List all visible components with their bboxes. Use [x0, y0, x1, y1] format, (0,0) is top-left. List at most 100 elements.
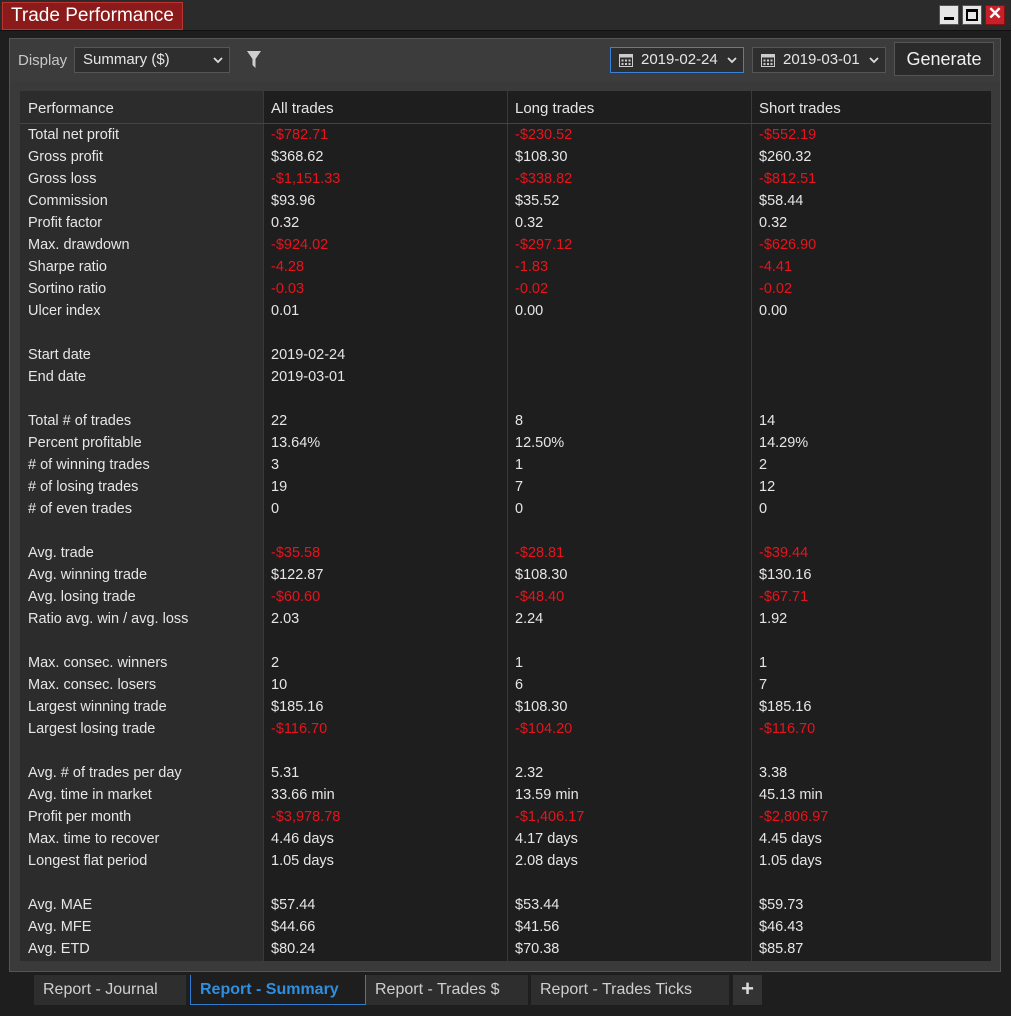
table-row[interactable]: Profit factor 0.32 0.32 0.32	[20, 213, 991, 235]
table-row[interactable]: Total net profit -$782.71 -$230.52 -$552.19	[20, 125, 991, 147]
generate-button[interactable]: Generate	[894, 42, 994, 76]
short-trades-value: 7	[759, 677, 768, 693]
maximize-button[interactable]	[962, 5, 982, 25]
table-row[interactable]: Sharpe ratio -4.28 -1.83 -4.41	[20, 257, 991, 279]
all-trades-value: 19	[271, 479, 288, 495]
table-row[interactable]: Max. drawdown -$924.02 -$297.12 -$626.90	[20, 235, 991, 257]
metric-label: Total net profit	[28, 127, 120, 143]
column-header-short-trades[interactable]: Short trades	[759, 100, 841, 117]
column-header-long-trades[interactable]: Long trades	[515, 100, 594, 117]
all-trades-value: -$782.71	[271, 127, 329, 143]
table-row[interactable]: Avg. trade -$35.58 -$28.81 -$39.44	[20, 543, 991, 565]
all-trades-value: $368.62	[271, 149, 324, 165]
long-trades-value: -0.02	[515, 281, 549, 297]
window-controls: ✕	[939, 4, 1005, 25]
column-header-all-trades[interactable]: All trades	[271, 100, 334, 117]
short-trades-value: -$116.70	[759, 721, 816, 737]
table-row[interactable]: Ulcer index 0.01 0.00 0.00	[20, 301, 991, 323]
metric-label: Ratio avg. win / avg. loss	[28, 611, 189, 627]
all-trades-value: $185.16	[271, 699, 324, 715]
all-trades-value: -$116.70	[271, 721, 328, 737]
long-trades-value: 0.00	[515, 303, 544, 319]
all-trades-value: 4.46 days	[271, 831, 334, 847]
window-title: Trade Performance	[2, 2, 183, 30]
short-trades-value: 1.05 days	[759, 853, 822, 869]
table-row[interactable]: Avg. losing trade -$60.60 -$48.40 -$67.71	[20, 587, 991, 609]
column-header-performance[interactable]: Performance	[28, 100, 114, 117]
all-trades-value: 2019-02-24	[271, 347, 346, 363]
display-select[interactable]: Summary ($)	[74, 47, 230, 73]
all-trades-value: 0.01	[271, 303, 300, 319]
metric-label: Longest flat period	[28, 853, 148, 869]
metric-label: Avg. ETD	[28, 941, 90, 957]
table-row[interactable]: # of even trades 0 0 0	[20, 499, 991, 521]
table-row[interactable]: Avg. # of trades per day 5.31 2.32 3.38	[20, 763, 991, 785]
table-row[interactable]: Start date 2019-02-24	[20, 345, 991, 367]
metric-label: Avg. winning trade	[28, 567, 148, 583]
metric-label: Max. consec. losers	[28, 677, 157, 693]
short-trades-value: $59.73	[759, 897, 804, 913]
table-row[interactable]: Avg. MAE $57.44 $53.44 $59.73	[20, 895, 991, 917]
tab-report-trades-dollar[interactable]: Report - Trades $	[366, 975, 528, 1005]
short-trades-value: 0	[759, 501, 768, 517]
table-row[interactable]: Sortino ratio -0.03 -0.02 -0.02	[20, 279, 991, 301]
table-row[interactable]: Gross profit $368.62 $108.30 $260.32	[20, 147, 991, 169]
short-trades-value: 14.29%	[759, 435, 809, 451]
long-trades-value: -$104.20	[515, 721, 573, 737]
long-trades-value: 7	[515, 479, 524, 495]
all-trades-value: -0.03	[271, 281, 305, 297]
report-panel: Display Summary ($) 2019-02-24 2019-03-0…	[9, 38, 1001, 972]
table-row[interactable]: Percent profitable 13.64% 12.50% 14.29%	[20, 433, 991, 455]
tab-report-trades-ticks[interactable]: Report - Trades Ticks	[531, 975, 729, 1005]
long-trades-value: 1	[515, 655, 524, 671]
metric-label: Max. drawdown	[28, 237, 130, 253]
minimize-button[interactable]	[939, 5, 959, 25]
table-row[interactable]: Max. time to recover 4.46 days 4.17 days 4.…	[20, 829, 991, 851]
metric-label: Largest winning trade	[28, 699, 167, 715]
metric-label: Ulcer index	[28, 303, 101, 319]
start-date-picker[interactable]: 2019-02-24	[610, 47, 744, 73]
all-trades-value: $122.87	[271, 567, 324, 583]
long-trades-value: -$28.81	[515, 545, 565, 561]
short-trades-value: -0.02	[759, 281, 793, 297]
tab-report-summary[interactable]: Report - Summary	[190, 975, 366, 1005]
close-button[interactable]: ✕	[985, 4, 1005, 25]
table-row[interactable]: Max. consec. losers 10 6 7	[20, 675, 991, 697]
table-row[interactable]: Profit per month -$3,978.78 -$1,406.17 -$2,…	[20, 807, 991, 829]
all-trades-value: $44.66	[271, 919, 316, 935]
table-row[interactable]: End date 2019-03-01	[20, 367, 991, 389]
table-row[interactable]: Gross loss -$1,151.33 -$338.82 -$812.51	[20, 169, 991, 191]
table-row[interactable]: Total # of trades 22 8 14	[20, 411, 991, 433]
table-row[interactable]: Avg. MFE $44.66 $41.56 $46.43	[20, 917, 991, 939]
table-row[interactable]: Longest flat period 1.05 days 2.08 days 1.0…	[20, 851, 991, 873]
end-date-picker[interactable]: 2019-03-01	[752, 47, 886, 73]
long-trades-value: $108.30	[515, 149, 568, 165]
table-row[interactable]: Avg. time in market 33.66 min 13.59 min 45.…	[20, 785, 991, 807]
table-row[interactable]: Ratio avg. win / avg. loss 2.03 2.24 1.92	[20, 609, 991, 631]
add-tab-button[interactable]: +	[733, 975, 762, 1005]
table-row[interactable]: Largest losing trade -$116.70 -$104.20 -$11…	[20, 719, 991, 741]
metric-label: # of even trades	[28, 501, 132, 517]
metric-label: Total # of trades	[28, 413, 132, 429]
filter-icon[interactable]	[246, 49, 262, 71]
all-trades-value: -$1,151.33	[271, 171, 341, 187]
long-trades-value: 4.17 days	[515, 831, 578, 847]
tab-report-journal[interactable]: Report - Journal	[34, 975, 186, 1005]
chevron-down-icon	[869, 57, 879, 64]
table-row[interactable]: # of losing trades 19 7 12	[20, 477, 991, 499]
long-trades-value: $53.44	[515, 897, 560, 913]
table-row[interactable]: Max. consec. winners 2 1 1	[20, 653, 991, 675]
short-trades-value: $185.16	[759, 699, 812, 715]
short-trades-value: -$812.51	[759, 171, 817, 187]
table-row[interactable]: Commission $93.96 $35.52 $58.44	[20, 191, 991, 213]
table-row[interactable]: # of winning trades 3 1 2	[20, 455, 991, 477]
table-row[interactable]: Avg. ETD $80.24 $70.38 $85.87	[20, 939, 991, 961]
short-trades-value: $85.87	[759, 941, 804, 957]
short-trades-value: -$552.19	[759, 127, 817, 143]
table-row[interactable]: Avg. winning trade $122.87 $108.30 $130.16	[20, 565, 991, 587]
chevron-down-icon	[213, 57, 223, 64]
long-trades-value: $108.30	[515, 699, 568, 715]
table-row[interactable]: Largest winning trade $185.16 $108.30 $185.…	[20, 697, 991, 719]
all-trades-value: 13.64%	[271, 435, 321, 451]
short-trades-value: -$67.71	[759, 589, 809, 605]
